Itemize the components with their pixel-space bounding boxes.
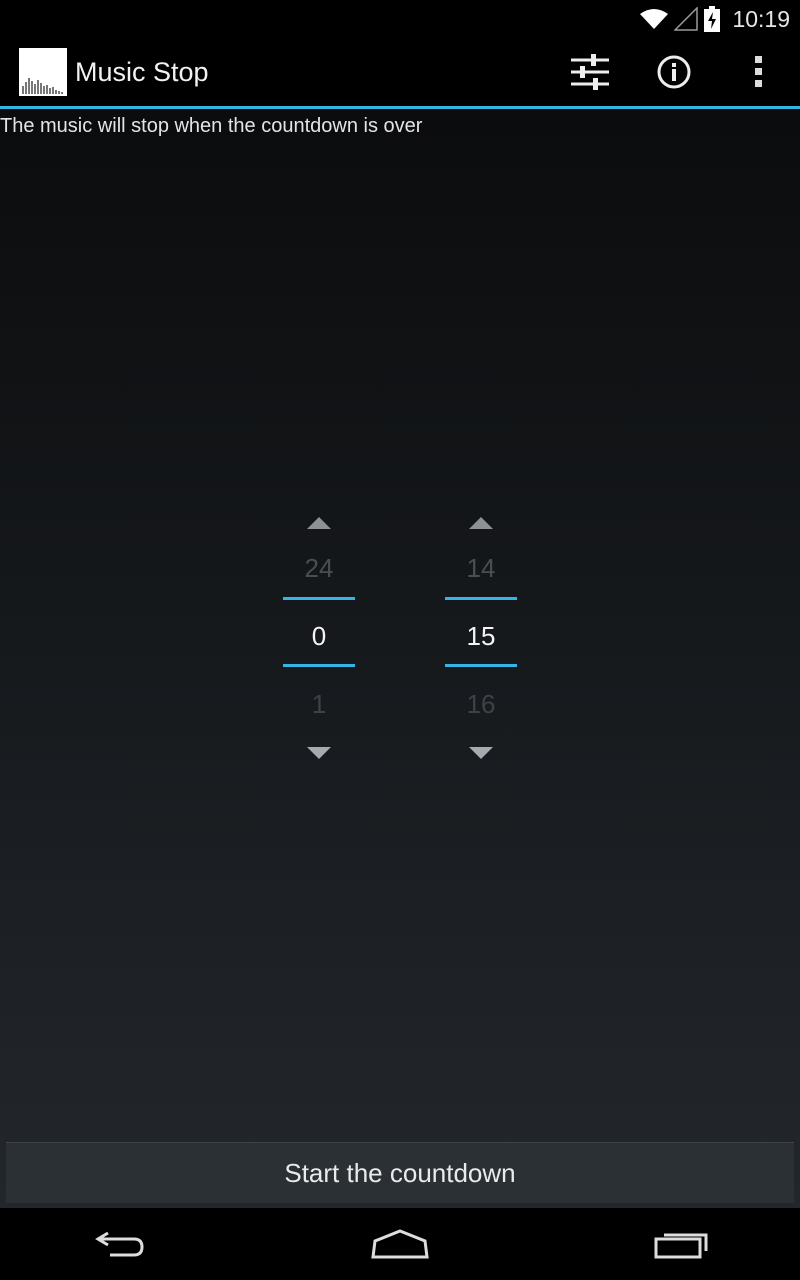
arrow-down-icon xyxy=(469,747,493,759)
arrow-down-icon xyxy=(307,747,331,759)
picker-divider xyxy=(283,664,355,667)
recent-apps-icon xyxy=(654,1233,708,1259)
picker-divider xyxy=(445,664,517,667)
overflow-menu-icon xyxy=(755,56,762,87)
picker-divider xyxy=(445,597,517,600)
instruction-text: The music will stop when the countdown i… xyxy=(0,115,423,137)
picker-divider xyxy=(283,597,355,600)
navigation-bar xyxy=(0,1208,800,1280)
app-title: Music Stop xyxy=(75,56,209,87)
status-bar: 10:19 xyxy=(0,0,800,38)
hours-current-value[interactable]: 0 xyxy=(283,621,355,652)
main-content: The music will stop when the countdown i… xyxy=(0,109,800,1208)
hours-increment-button[interactable] xyxy=(307,515,331,529)
hours-decrement-button[interactable] xyxy=(307,747,331,761)
signal-icon xyxy=(674,7,699,31)
hours-next-value[interactable]: 1 xyxy=(283,689,355,720)
minutes-prev-value[interactable]: 14 xyxy=(445,553,517,584)
arrow-up-icon xyxy=(469,517,493,529)
wifi-icon xyxy=(640,9,669,29)
overflow-menu-button[interactable] xyxy=(716,38,800,106)
back-icon xyxy=(95,1231,144,1257)
minutes-increment-button[interactable] xyxy=(469,515,493,529)
battery-charging-icon xyxy=(704,6,721,32)
info-icon xyxy=(657,55,691,89)
action-bar: Music Stop xyxy=(0,38,800,106)
start-countdown-button[interactable]: Start the countdown xyxy=(6,1142,794,1203)
minutes-picker[interactable]: 14 15 16 xyxy=(445,505,517,767)
recent-apps-button[interactable] xyxy=(622,1208,742,1280)
minutes-next-value[interactable]: 16 xyxy=(445,689,517,720)
settings-sliders-icon xyxy=(571,54,609,90)
minutes-decrement-button[interactable] xyxy=(469,747,493,761)
home-icon xyxy=(371,1229,429,1259)
back-button[interactable] xyxy=(60,1208,180,1280)
arrow-up-icon xyxy=(307,517,331,529)
minutes-current-value[interactable]: 15 xyxy=(445,621,517,652)
hours-prev-value[interactable]: 24 xyxy=(283,553,355,584)
status-clock: 10:19 xyxy=(732,5,790,32)
hours-picker[interactable]: 24 0 1 xyxy=(283,505,355,767)
equalizer-logo-icon xyxy=(19,48,67,96)
settings-button[interactable] xyxy=(548,38,632,106)
info-button[interactable] xyxy=(632,38,716,106)
home-button[interactable] xyxy=(340,1208,460,1280)
